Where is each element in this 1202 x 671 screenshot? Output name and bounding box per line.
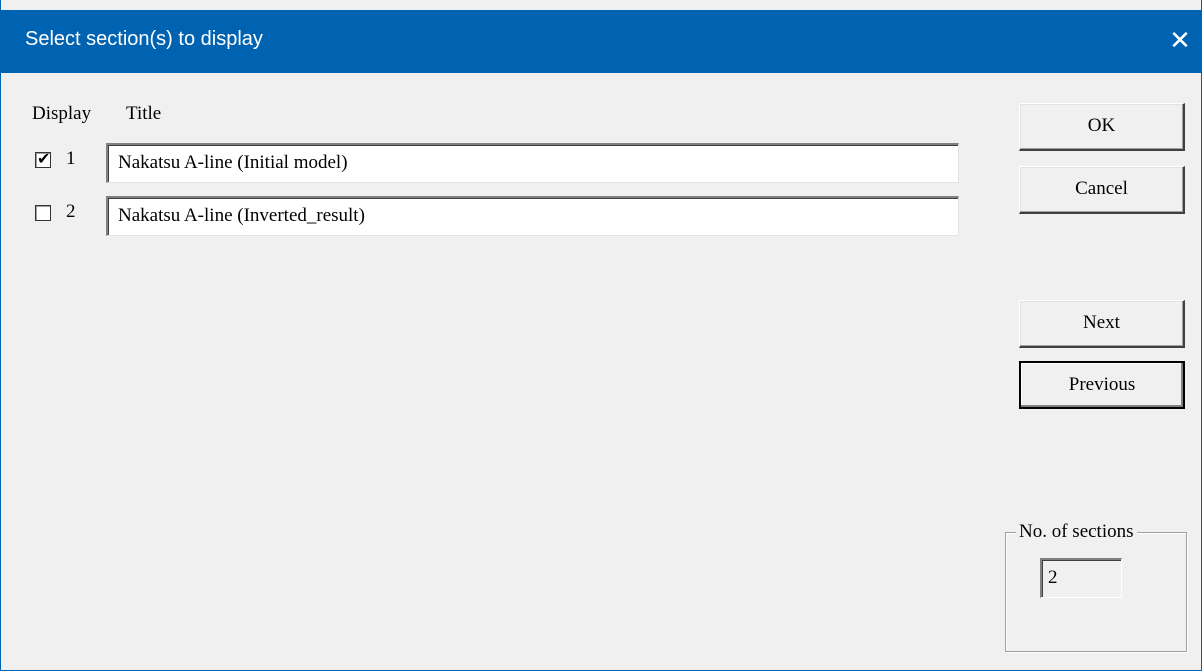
next-button[interactable]: Next (1019, 300, 1185, 348)
checkmark-icon: ✔ (37, 149, 51, 168)
previous-button[interactable]: Previous (1019, 361, 1185, 409)
column-header-display: Display (32, 103, 92, 124)
sections-count-group: No. of sections 2 (1005, 521, 1187, 652)
display-checkbox-2[interactable] (35, 205, 51, 221)
close-icon[interactable]: ✕ (1163, 24, 1197, 58)
sections-count-field: 2 (1040, 558, 1122, 598)
column-header-title: Title (126, 103, 162, 124)
section-number: 1 (66, 148, 76, 169)
cancel-button[interactable]: Cancel (1019, 166, 1185, 214)
dialog-title: Select section(s) to display (25, 28, 263, 50)
sections-count-label: No. of sections (1016, 521, 1137, 543)
dialog-window: Select section(s) to display ✕ Display T… (0, 0, 1202, 671)
section-number: 2 (66, 201, 76, 222)
section-title-field-2[interactable]: Nakatsu A-line (Inverted_result) (106, 196, 959, 236)
display-checkbox-1[interactable]: ✔ (35, 149, 51, 168)
ok-button[interactable]: OK (1019, 103, 1185, 151)
title-bar[interactable]: Select section(s) to display ✕ (1, 10, 1202, 73)
section-title-field-1[interactable]: Nakatsu A-line (Initial model) (106, 143, 959, 183)
